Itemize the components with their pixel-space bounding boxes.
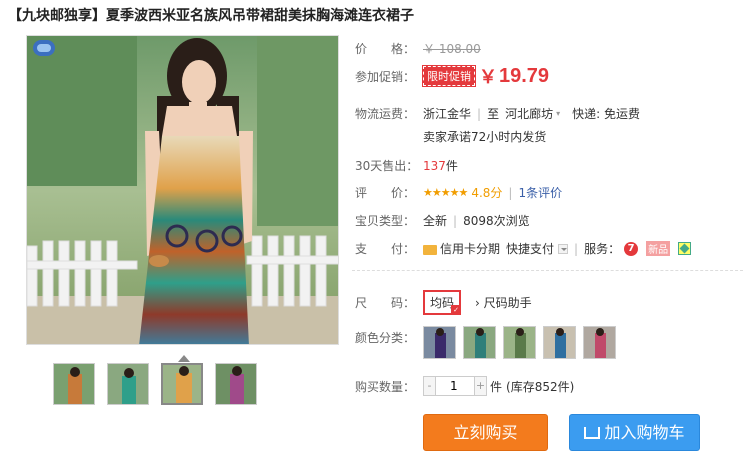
sales-unit: 件	[445, 159, 458, 173]
reviews-link[interactable]: 1条评价	[518, 184, 562, 201]
quick-pay[interactable]: 快捷支付	[506, 240, 554, 257]
buy-now-button[interactable]: 立刻购买	[423, 414, 548, 451]
type-separator: |	[453, 213, 458, 228]
condition: 全新	[423, 214, 448, 228]
color-swatches	[423, 326, 616, 359]
size-row: 尺 码： 均码 ✓ › 尺码助手	[355, 290, 532, 315]
credit-installment[interactable]: 信用卡分期	[440, 240, 500, 257]
size-helper-label: 尺码助手	[483, 296, 532, 310]
rating-stars: ★★★★★	[423, 186, 468, 199]
quantity-increase-button[interactable]: +	[474, 376, 487, 396]
original-price: ￥ 108.00	[423, 42, 481, 56]
payment-label: 支 付：	[355, 242, 416, 256]
thumbnail-2[interactable]	[107, 363, 149, 405]
shipping-promise: 卖家承诺72小时内发货	[423, 130, 547, 144]
size-helper-link[interactable]: › 尺码助手	[475, 294, 532, 311]
add-to-cart-button[interactable]: 加入购物车	[569, 414, 700, 451]
payment-dropdown-icon[interactable]	[558, 243, 569, 254]
shop-logo-badge	[33, 40, 55, 56]
shipping-to-sep: 至	[487, 107, 500, 121]
shipping-fee: 快递: 免运费	[572, 107, 640, 121]
main-product-image[interactable]	[26, 35, 339, 345]
color-swatch-2[interactable]	[463, 326, 496, 359]
promo-price: 19.79	[499, 64, 550, 87]
product-title: 【九块邮独享】夏季波西米亚名族风吊带裙甜美抹胸海滩连衣裙子	[8, 8, 414, 24]
size-label: 尺 码：	[355, 296, 416, 310]
thumbnail-1[interactable]	[53, 363, 95, 405]
price-row: 价 格： ￥ 108.00	[355, 40, 481, 57]
color-swatch-1[interactable]	[423, 326, 456, 359]
promo-tag: 限时促销	[422, 65, 476, 87]
color-row: 颜色分类：	[355, 326, 616, 359]
shipping-destination[interactable]: 河北廊坊	[505, 105, 553, 122]
rating-row: 评 价： ★★★★★ 4.8分 | 1条评价	[355, 184, 562, 201]
color-swatch-5[interactable]	[583, 326, 616, 359]
price-label: 价 格：	[355, 42, 416, 56]
shopping-cart-icon	[584, 427, 601, 439]
thumbnail-3[interactable]	[161, 363, 203, 405]
shipping-separator: |	[477, 106, 482, 121]
rating-label: 评 价：	[355, 186, 416, 200]
quantity-input[interactable]	[436, 376, 474, 396]
quantity-label: 购买数量：	[355, 379, 416, 394]
sales-label: 30天售出：	[355, 159, 419, 173]
sales-row: 30天售出： 137 件	[355, 157, 458, 174]
service-label: 服务：	[584, 242, 621, 256]
promo-currency: ￥	[479, 67, 497, 88]
sales-count: 137	[423, 158, 446, 173]
promo-row: 参加促销： 限时促销 ￥ 19.79	[355, 63, 549, 89]
stock-count: (库存852件)	[506, 379, 575, 394]
quantity-unit: 件	[490, 379, 503, 394]
payment-separator: |	[574, 241, 579, 256]
checkmark-icon: ✓	[451, 305, 462, 315]
color-swatch-4[interactable]	[543, 326, 576, 359]
type-label: 宝贝类型：	[355, 214, 416, 228]
add-to-cart-label: 加入购物车	[604, 423, 685, 442]
rating-score: 4.8分	[471, 186, 503, 200]
type-row: 宝贝类型： 全新 | 8098次浏览	[355, 212, 530, 229]
chevron-down-icon[interactable]: ▾	[556, 109, 560, 118]
promo-label: 参加促销：	[355, 69, 416, 84]
credit-card-icon	[423, 244, 437, 255]
payment-row: 支 付： 信用卡分期 快捷支付 | 服务： 7 新品	[355, 240, 692, 257]
shipping-from: 浙江金华	[423, 107, 472, 121]
thumbnail-active-caret	[178, 355, 190, 362]
shipping-label: 物流运费：	[355, 107, 416, 121]
quantity-decrease-button[interactable]: -	[423, 376, 436, 396]
color-swatch-3[interactable]	[503, 326, 536, 359]
rating-separator: |	[508, 185, 513, 200]
quantity-row: 购买数量： - + 件 (库存852件)	[355, 376, 574, 396]
shipping-promise-row: 卖家承诺72小时内发货	[423, 128, 546, 145]
thumbnail-4[interactable]	[215, 363, 257, 405]
view-count: 8098次浏览	[463, 214, 530, 228]
shipping-row: 物流运费： 浙江金华 | 至 河北廊坊 ▾ 快递: 免运费	[355, 105, 640, 122]
seven-day-return-icon[interactable]: 7	[624, 241, 639, 256]
section-divider	[352, 270, 743, 271]
color-label: 颜色分类：	[355, 331, 416, 345]
size-option-selected[interactable]: 均码 ✓	[423, 290, 462, 315]
new-product-badge: 新品	[646, 241, 671, 256]
guarantee-icon[interactable]	[678, 242, 692, 255]
